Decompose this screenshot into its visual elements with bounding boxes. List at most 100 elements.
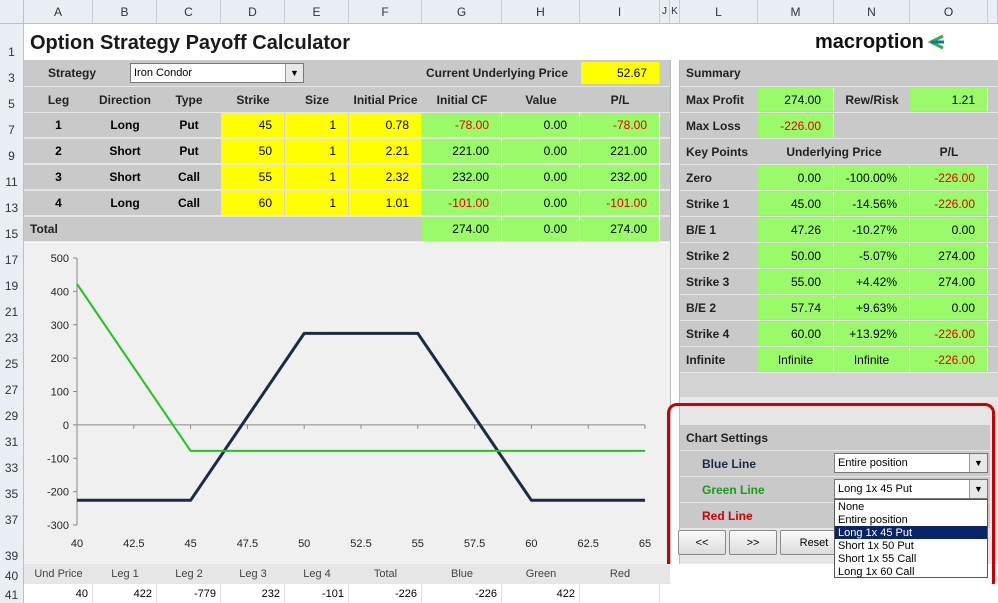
leg-type[interactable]: Put <box>157 113 221 137</box>
leg-size-input[interactable]: 1 <box>285 191 349 215</box>
leg-direction[interactable]: Long <box>93 113 157 137</box>
dropdown-option[interactable]: Short 1x 55 Call <box>835 552 987 565</box>
col-header-o[interactable]: O <box>910 0 988 24</box>
leg-type[interactable]: Call <box>157 165 221 189</box>
leg-value: 0.00 <box>502 165 580 189</box>
leg-strike-input[interactable]: 60 <box>221 191 285 215</box>
row-header-31[interactable]: 31 <box>0 424 24 450</box>
leg-price-input[interactable]: 1.01 <box>349 191 422 215</box>
leg-type[interactable]: Put <box>157 139 221 163</box>
row-header-19[interactable]: 19 <box>0 268 24 294</box>
x-tick-label: 52.5 <box>350 538 371 550</box>
leg-price-input[interactable]: 0.78 <box>349 113 422 137</box>
col-header-f[interactable]: F <box>349 0 422 24</box>
col-header-b[interactable]: B <box>93 0 157 24</box>
col-header-j[interactable]: J <box>660 0 670 24</box>
col-header-l[interactable]: L <box>680 0 758 24</box>
leg-price-input[interactable]: 2.32 <box>349 165 422 189</box>
bottom-value-leg1[interactable]: 422 <box>93 584 157 603</box>
row-header-13[interactable]: 13 <box>0 190 24 216</box>
dropdown-option[interactable]: Entire position <box>835 513 987 526</box>
y-tick-label: 0 <box>63 420 69 432</box>
row-header-37[interactable]: 37 <box>0 502 24 528</box>
leg-size-input[interactable]: 1 <box>285 113 349 137</box>
row-header-35[interactable]: 35 <box>0 476 24 502</box>
leg-strike-input[interactable]: 50 <box>221 139 285 163</box>
legs-header-type: Type <box>175 92 203 107</box>
row-header-27[interactable]: 27 <box>0 372 24 398</box>
bottom-value-leg4[interactable]: -101 <box>285 584 349 603</box>
col-header-i[interactable]: I <box>580 0 660 24</box>
strategy-select[interactable]: Iron Condor ▼ <box>130 63 304 83</box>
row-header-7[interactable]: 7 <box>0 112 24 138</box>
row-header-5[interactable]: 5 <box>0 86 24 112</box>
green-line-dropdown-list[interactable]: None Entire position Long 1x 45 Put Shor… <box>834 499 988 578</box>
leg-direction[interactable]: Short <box>93 165 157 189</box>
row-header-9[interactable]: 9 <box>0 138 24 164</box>
leg-type[interactable]: Call <box>157 191 221 215</box>
bottom-value-blue[interactable]: -226 <box>422 584 502 603</box>
row-header-29[interactable]: 29 <box>0 398 24 424</box>
leg-initial-cf: -101.00 <box>422 191 502 215</box>
leg-strike-input[interactable]: 55 <box>221 165 285 189</box>
row-header-25[interactable]: 25 <box>0 346 24 372</box>
legs-header-direction: Direction <box>98 92 151 107</box>
chevron-down-icon[interactable]: ▼ <box>285 64 303 82</box>
col-header-a[interactable]: A <box>24 0 93 24</box>
strategy-select-value: Iron Condor <box>134 67 193 79</box>
key-point-label: B/E 1 <box>686 222 717 237</box>
max-loss-value: -226.00 <box>758 114 834 137</box>
row-header-21[interactable]: 21 <box>0 294 24 320</box>
col-header-k[interactable]: K <box>670 0 680 24</box>
bottom-value-total[interactable]: -226 <box>349 584 422 603</box>
row-header-41[interactable]: 41 <box>0 584 24 603</box>
bottom-header-leg2: Leg 2 <box>175 568 203 580</box>
leg-direction[interactable]: Long <box>93 191 157 215</box>
rew-risk-value: 1.21 <box>910 88 988 111</box>
dropdown-option[interactable]: None <box>835 500 987 513</box>
bottom-value-red[interactable] <box>580 584 660 603</box>
leg-price-input[interactable]: 2.21 <box>349 139 422 163</box>
bottom-header-leg4: Leg 4 <box>303 568 331 580</box>
dropdown-option[interactable]: Long 1x 60 Call <box>835 565 987 578</box>
row-header-39[interactable]: 39 <box>0 528 24 564</box>
col-header-g[interactable]: G <box>422 0 502 24</box>
leg-direction[interactable]: Short <box>93 139 157 163</box>
bottom-value-green[interactable]: 422 <box>502 584 580 603</box>
bottom-value-und-price[interactable]: 40 <box>24 584 93 603</box>
dropdown-option[interactable]: Short 1x 50 Put <box>835 539 987 552</box>
page-title: Option Strategy Payoff Calculator <box>30 31 351 54</box>
col-header-h[interactable]: H <box>502 0 580 24</box>
empty-band <box>680 373 998 397</box>
bottom-value-leg2[interactable]: -779 <box>157 584 221 603</box>
bottom-value-leg3[interactable]: 232 <box>221 584 285 603</box>
row-header-33[interactable]: 33 <box>0 450 24 476</box>
leg-strike-input[interactable]: 45 <box>221 113 285 137</box>
underlying-price-input[interactable]: 52.67 <box>581 62 660 84</box>
leg-size-input[interactable]: 1 <box>285 165 349 189</box>
sheet-corner[interactable] <box>0 0 24 24</box>
total-value: 0.00 <box>502 217 580 241</box>
dropdown-option-selected[interactable]: Long 1x 45 Put <box>835 526 987 539</box>
row-header-1[interactable]: 1 <box>0 24 24 60</box>
total-pl: 274.00 <box>580 217 660 241</box>
row-header-3[interactable]: 3 <box>0 60 24 86</box>
col-header-c[interactable]: C <box>157 0 221 24</box>
payoff-chart[interactable]: 500 400 300 200 100 0 -100 -200 -300 40 42.5 45 47.5… <box>24 242 670 564</box>
row-header-17[interactable]: 17 <box>0 242 24 268</box>
key-point-price: 57.74 <box>758 296 834 319</box>
bottom-header-total: Total <box>373 568 398 580</box>
y-tick-label: 100 <box>51 387 69 399</box>
row-header-15[interactable]: 15 <box>0 216 24 242</box>
row-header-23[interactable]: 23 <box>0 320 24 346</box>
col-header-d[interactable]: D <box>221 0 285 24</box>
legs-header-pl: P/L <box>610 92 630 107</box>
row-header-11[interactable]: 11 <box>0 164 24 190</box>
col-header-m[interactable]: M <box>758 0 834 24</box>
col-header-e[interactable]: E <box>285 0 349 24</box>
col-header-n[interactable]: N <box>834 0 910 24</box>
leg-size-input[interactable]: 1 <box>285 139 349 163</box>
macroption-logo[interactable]: macroption <box>815 28 945 56</box>
row-header-40[interactable]: 40 <box>0 564 24 584</box>
y-tick-label: -100 <box>47 453 69 465</box>
